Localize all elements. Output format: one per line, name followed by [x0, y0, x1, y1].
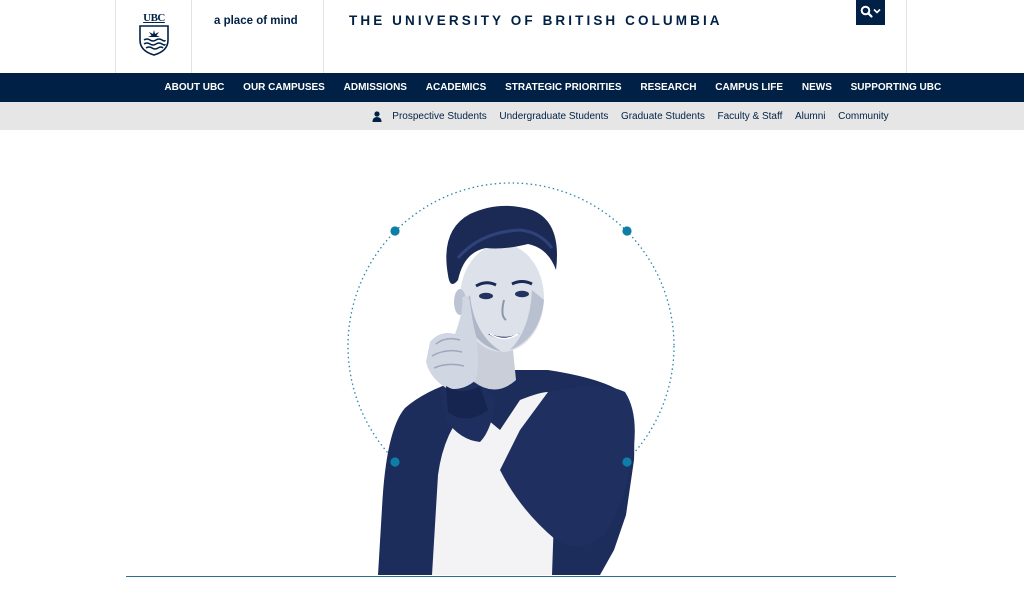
nav-item-supporting-ubc[interactable]: SUPPORTING UBC	[841, 82, 950, 93]
accent-dot	[390, 457, 400, 467]
primary-nav: ABOUT UBC OUR CAMPUSES ADMISSIONS ACADEM…	[0, 73, 1024, 102]
chevron-down-icon	[873, 8, 881, 14]
logo-cell[interactable]: UBC	[115, 0, 192, 73]
audience-item-alumni[interactable]: Alumni	[789, 111, 832, 122]
site-header: UBC a place of mind THE UNIVERSITY OF BR…	[0, 0, 1024, 73]
nav-item-strategic-priorities[interactable]: STRATEGIC PRIORITIES	[496, 82, 631, 93]
audience-item-graduate-students[interactable]: Graduate Students	[615, 111, 712, 122]
nav-item-about-ubc[interactable]: ABOUT UBC	[155, 82, 234, 93]
accent-dot	[622, 226, 632, 236]
search-toggle-button[interactable]	[856, 0, 885, 25]
nav-item-campus-life[interactable]: CAMPUS LIFE	[706, 82, 793, 93]
hero-section	[0, 130, 1024, 591]
nav-item-admissions[interactable]: ADMISSIONS	[334, 82, 416, 93]
logo-text: UBC	[143, 12, 165, 24]
nav-item-our-campuses[interactable]: OUR CAMPUSES	[234, 82, 334, 93]
section-divider	[126, 576, 896, 577]
header-divider	[906, 0, 907, 73]
audience-item-community[interactable]: Community	[832, 111, 895, 122]
tagline-cell: a place of mind	[192, 0, 324, 73]
tagline: a place of mind	[214, 15, 298, 27]
ubc-crest-logo[interactable]: UBC	[138, 12, 170, 56]
search-icon	[860, 5, 873, 18]
nav-item-academics[interactable]: ACADEMICS	[416, 82, 495, 93]
person-icon	[372, 111, 382, 122]
crest-shield-icon	[139, 25, 169, 56]
nav-item-news[interactable]: NEWS	[792, 82, 841, 93]
audience-item-undergraduate-students[interactable]: Undergraduate Students	[493, 111, 615, 122]
audience-item-prospective-students[interactable]: Prospective Students	[386, 111, 493, 122]
hero-illustration	[347, 182, 675, 575]
audience-nav: Prospective Students Undergraduate Stude…	[0, 102, 1024, 130]
accent-dot	[622, 457, 632, 467]
nav-item-research[interactable]: RESEARCH	[631, 82, 706, 93]
accent-dot	[390, 226, 400, 236]
student-portrait	[378, 205, 635, 575]
university-wordmark[interactable]: THE UNIVERSITY OF BRITISH COLUMBIA	[349, 13, 723, 28]
audience-item-faculty-staff[interactable]: Faculty & Staff	[711, 111, 788, 122]
